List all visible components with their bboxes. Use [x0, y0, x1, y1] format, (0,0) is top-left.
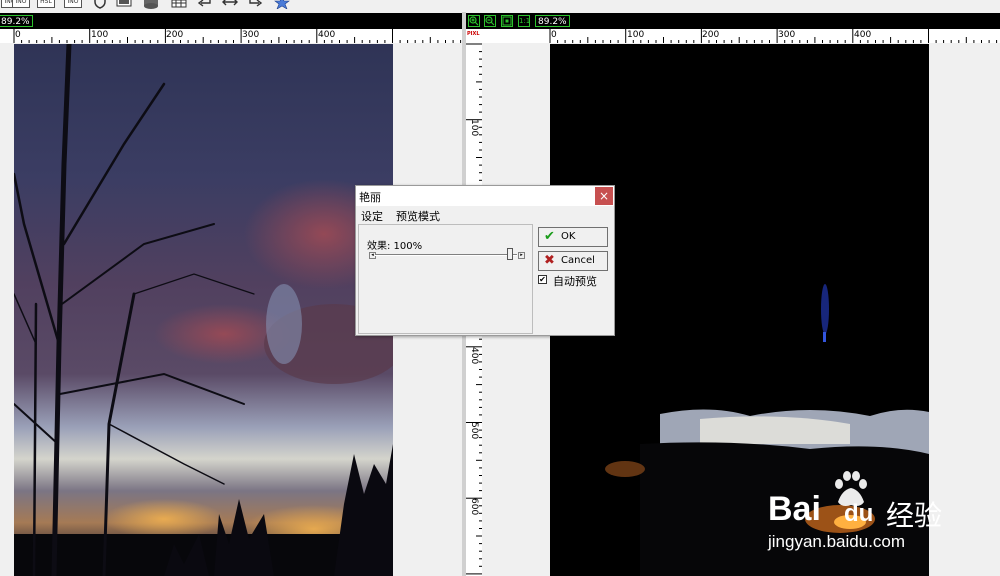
ruler-label: 0 — [15, 30, 21, 40]
original-image[interactable] — [14, 44, 393, 576]
watermark-brand: Bai — [768, 490, 821, 528]
effect-label: 效果: 100% — [367, 241, 423, 252]
ruler-label: 300 — [778, 30, 796, 40]
star-icon[interactable] — [274, 0, 290, 9]
ruler-label: 200 — [166, 30, 184, 40]
dialog-title-bar[interactable]: 艳丽 × — [356, 186, 614, 206]
ruler-label: 500 — [469, 422, 479, 440]
zoom-out-icon[interactable] — [484, 15, 496, 27]
slider-thumb[interactable] — [507, 248, 513, 260]
ruler-label: 400 — [469, 347, 479, 365]
fit-window-icon[interactable] — [501, 15, 513, 27]
checkmark-icon: ✔ — [544, 229, 555, 244]
ruler-label: 400 — [854, 30, 872, 40]
watermark-url: jingyan.baidu.com — [768, 532, 906, 551]
right-horizontal-ruler: 0 100 200 300 400 — [482, 29, 1000, 43]
dialog-title: 艳丽 — [359, 191, 381, 204]
auto-preview-label[interactable]: 自动预览 — [553, 273, 597, 289]
ok-label: OK — [561, 231, 576, 242]
ruler-label: 200 — [702, 30, 720, 40]
left-ruler-ticks — [13, 29, 462, 43]
slider-track-line — [375, 254, 517, 256]
effect-slider[interactable]: ◂ ▸ — [369, 248, 525, 260]
left-horizontal-ruler: 0 100 200 300 400 — [0, 29, 462, 43]
menu-settings[interactable]: 设定 — [361, 208, 383, 224]
menu-preview-mode[interactable]: 预览模式 — [396, 208, 440, 224]
toolbar-button-2[interactable]: INO — [12, 0, 30, 8]
monitor-icon[interactable] — [116, 0, 132, 9]
cancel-button[interactable]: ✖ Cancel — [538, 251, 608, 271]
ruler-label: 600 — [469, 498, 479, 516]
right-pane-header: 1:1 89.2% — [466, 13, 1000, 29]
shield-icon[interactable] — [92, 0, 108, 9]
toolbar-button-4[interactable]: INO — [64, 0, 82, 8]
left-pane-header: 89.2% — [0, 13, 462, 29]
toolbar-button-3[interactable]: HSL — [37, 0, 55, 8]
zoom-in-icon[interactable] — [468, 15, 480, 27]
close-button[interactable]: × — [595, 187, 613, 205]
ruler-label: 300 — [242, 30, 260, 40]
arrow-down-right-icon[interactable] — [248, 0, 264, 9]
baidu-jingyan-watermark: Bai du 经验 jingyan.baidu.com — [768, 470, 958, 560]
slider-right-arrow[interactable]: ▸ — [518, 252, 525, 259]
watermark-cn: 经验 — [886, 499, 943, 532]
disk-icon[interactable] — [143, 0, 159, 9]
ruler-label: 100 — [469, 119, 479, 137]
grid-icon[interactable] — [171, 0, 187, 9]
right-ruler-ticks — [549, 29, 998, 43]
ruler-label: 0 — [551, 30, 557, 40]
double-arrow-icon[interactable] — [222, 0, 238, 9]
ok-button[interactable]: ✔ OK — [538, 227, 608, 247]
right-zoom-level[interactable]: 89.2% — [535, 15, 570, 27]
ruler-label: 100 — [91, 30, 109, 40]
cancel-label: Cancel — [561, 255, 595, 266]
ruler-label: 400 — [318, 30, 336, 40]
arrow-down-left-icon[interactable] — [196, 0, 212, 9]
actual-size-icon[interactable]: 1:1 — [518, 15, 530, 27]
vivid-effect-dialog: 艳丽 × 设定 预览模式 效果: 100% ◂ ▸ ✔ OK ✖ Cancel … — [355, 185, 615, 336]
ruler-unit-label[interactable]: PIXL — [467, 31, 480, 37]
effect-panel: 效果: 100% ◂ ▸ — [358, 224, 533, 334]
auto-preview-checkbox[interactable]: ✔ — [538, 275, 547, 284]
x-icon: ✖ — [544, 253, 555, 268]
ruler-label: 100 — [627, 30, 645, 40]
toolbar: INO INO HSL INO — [0, 0, 1000, 12]
left-zoom-level[interactable]: 89.2% — [0, 15, 33, 27]
watermark-brand-suffix: du — [844, 500, 874, 527]
